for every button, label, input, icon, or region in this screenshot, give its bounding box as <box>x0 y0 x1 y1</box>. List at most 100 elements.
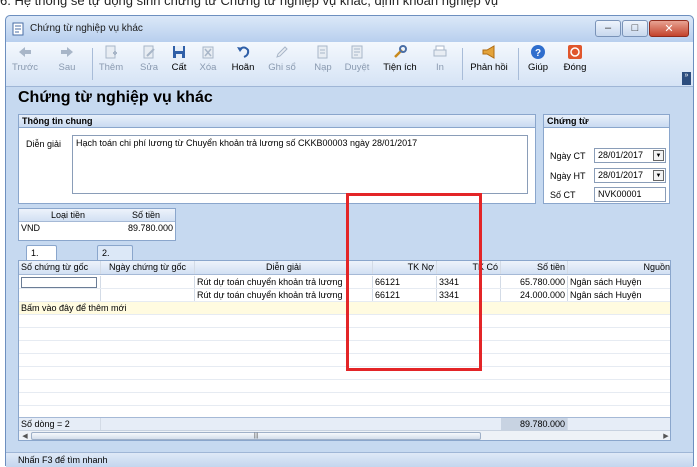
table-cell[interactable]: 3341 <box>437 276 501 288</box>
toolbar-delete-button[interactable]: Xóa <box>196 44 220 84</box>
grid-header: Số chứng từ gốc Ngày chứng từ gốc Diễn g… <box>19 261 670 275</box>
maximize-icon: □ <box>631 22 639 34</box>
voucher-number-field[interactable]: NVK00001 <box>594 187 666 202</box>
table-cell[interactable]: 66121 <box>373 289 437 301</box>
description-field[interactable]: Hạch toán chi phí lương từ Chuyển khoản … <box>72 135 528 194</box>
currency-grid-header: Loại tiền Số tiền <box>19 209 175 222</box>
toolbar-separator <box>92 48 93 80</box>
toolbar-undo-button[interactable]: Hoãn <box>228 44 258 84</box>
toolbar-save-button[interactable]: Cất <box>168 44 190 84</box>
general-info-panel: Thông tin chung Diễn giải Hạch toán chi … <box>18 114 536 204</box>
svg-text:?: ? <box>535 48 541 59</box>
empty-row <box>19 367 670 380</box>
table-cell[interactable] <box>19 276 101 288</box>
amount-cell: 89.780.000 <box>127 223 173 233</box>
toolbar: Trước Sau Thêm Sửa Cất Xóa Hoãn Ghi sổ N… <box>6 42 693 87</box>
scroll-left-icon[interactable]: ◀ <box>20 432 30 440</box>
toolbar-close-button[interactable]: Đóng <box>560 44 590 84</box>
grid-header-cell[interactable]: TK Nợ <box>373 261 437 274</box>
currency-grid: Loại tiền Số tiền VND 89.780.000 <box>18 208 176 241</box>
posting-date-field[interactable]: 28/01/2017 ▼ <box>594 168 666 183</box>
page-title: Chứng từ nghiệp vụ khác <box>18 89 213 106</box>
save-icon <box>173 46 185 58</box>
review-icon <box>351 45 363 59</box>
scrollbar-thumb[interactable]: ||| <box>31 432 481 440</box>
print-icon <box>433 45 447 57</box>
toolbar-add-button[interactable]: Thêm <box>96 44 126 84</box>
toolbar-feedback-button[interactable]: Phản hồi <box>468 44 510 84</box>
reload-icon <box>317 45 328 59</box>
voucher-date-value: 28/01/2017 <box>598 150 644 160</box>
app-window: Chứng từ nghiệp vụ khác – □ ✕ Trước Sau … <box>5 15 694 467</box>
toolbar-prev-button[interactable]: Trước <box>10 44 40 84</box>
empty-row <box>19 380 670 393</box>
delete-icon <box>202 46 214 59</box>
tab-statistics[interactable]: 2. Thống kê <box>97 245 133 286</box>
total-amount: 89.780.000 <box>501 418 568 430</box>
table-cell[interactable]: Rút dự toán chuyển khoản trả lương <box>195 289 373 301</box>
toolbar-utilities-button[interactable]: Tiện ích <box>380 44 420 84</box>
close-button[interactable]: ✕ <box>649 20 689 37</box>
toolbar-separator <box>462 48 463 80</box>
close-icon: ✕ <box>664 23 674 35</box>
voucher-date-field[interactable]: 28/01/2017 ▼ <box>594 148 666 163</box>
toolbar-approve-button[interactable]: Duyệt <box>342 44 372 84</box>
table-cell[interactable]: Ngân sách Huyện <box>568 289 670 301</box>
voucher-header: Chứng từ <box>544 115 669 128</box>
table-cell[interactable] <box>101 276 195 288</box>
tab-accounting[interactable]: 1. Hạch toán <box>26 245 58 286</box>
table-cell[interactable]: 65.780.000 <box>501 276 568 288</box>
tools-icon <box>394 45 407 58</box>
toolbar-post-button[interactable]: Ghi sổ <box>267 44 297 84</box>
scroll-right-icon[interactable]: ▶ <box>661 432 670 440</box>
chevron-down-icon[interactable]: ▼ <box>653 170 664 181</box>
add-new-row[interactable]: Bấm vào đây để thêm mới <box>19 302 670 315</box>
add-new-row-text[interactable]: Bấm vào đây để thêm mới <box>19 302 670 314</box>
horizontal-scrollbar[interactable]: ◀ ||| ▶ <box>19 430 670 440</box>
arrow-right-icon <box>61 47 73 57</box>
empty-row <box>19 328 670 341</box>
voucher-date-label: Ngày CT <box>550 151 586 161</box>
minimize-icon: – <box>604 22 612 34</box>
megaphone-icon <box>482 45 495 59</box>
grid-header-cell[interactable]: Diễn giải <box>195 261 373 274</box>
status-bar: Nhấn F3 để tìm nhanh <box>6 452 693 467</box>
maximize-button[interactable]: □ <box>622 20 648 37</box>
toolbar-overflow-button[interactable]: » <box>682 72 691 85</box>
toolbar-edit-button[interactable]: Sửa <box>137 44 161 84</box>
voucher-number-label: Số CT <box>550 190 576 200</box>
minimize-button[interactable]: – <box>595 20 621 37</box>
currency-row[interactable]: VND 89.780.000 <box>19 222 175 235</box>
toolbar-print-button[interactable]: In <box>430 44 450 84</box>
grid-header-cell[interactable]: Số chứng từ gốc <box>19 261 101 274</box>
posting-date-label: Ngày HT <box>550 171 586 181</box>
chevron-down-icon[interactable]: ▼ <box>653 150 664 161</box>
amount-header: Số tiền <box>131 210 161 220</box>
table-cell[interactable]: Rút dự toán chuyển khoản trả lương <box>195 276 373 288</box>
toolbar-next-button[interactable]: Sau <box>54 44 80 84</box>
toolbar-separator <box>518 48 519 80</box>
toolbar-load-button[interactable]: Nạp <box>311 44 335 84</box>
grid-header-cell[interactable]: Ngày chứng từ gốc <box>101 261 195 274</box>
general-info-header: Thông tin chung <box>19 115 535 128</box>
pencil-icon <box>276 46 288 58</box>
table-row[interactable]: Rút dự toán chuyển khoản trả lương 66121… <box>19 276 670 289</box>
active-cell-editor[interactable] <box>21 277 97 288</box>
table-cell[interactable]: 24.000.000 <box>501 289 568 301</box>
table-cell[interactable]: Ngân sách Huyện <box>568 276 670 288</box>
table-cell[interactable]: 66121 <box>373 276 437 288</box>
app-icon <box>12 22 24 36</box>
add-document-icon <box>105 45 117 59</box>
form-body: Chứng từ nghiệp vụ khác Thông tin chung … <box>6 88 693 467</box>
empty-row <box>19 393 670 406</box>
table-cell[interactable] <box>19 289 101 301</box>
grid-header-cell[interactable]: TK Có <box>437 261 501 274</box>
grid-footer: Số dòng = 2 89.780.000 <box>19 417 670 430</box>
page-caption: 6. Hệ thống sẽ tự động sinh chứng từ Chứ… <box>0 0 499 8</box>
table-cell[interactable] <box>101 289 195 301</box>
table-cell[interactable]: 3341 <box>437 289 501 301</box>
table-row[interactable]: Rút dự toán chuyển khoản trả lương 66121… <box>19 289 670 302</box>
toolbar-help-button[interactable]: ? Giúp <box>524 44 552 84</box>
grid-header-cell[interactable]: Nguồn <box>568 261 670 274</box>
grid-header-cell[interactable]: Số tiền <box>501 261 568 274</box>
